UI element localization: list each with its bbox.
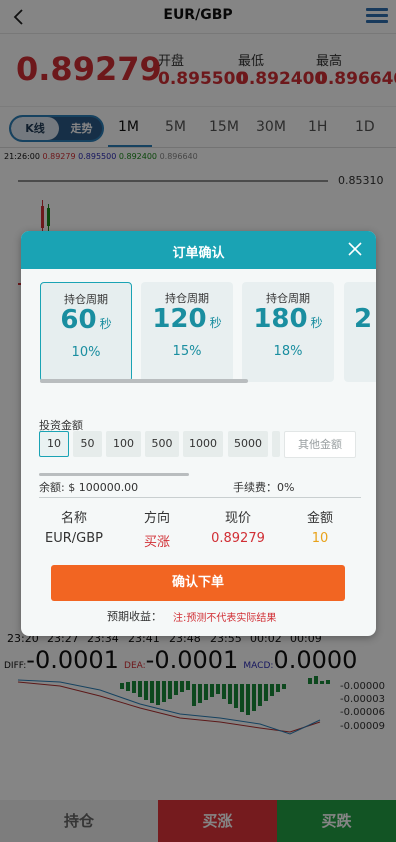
period-card-value: 60 秒 [60, 305, 112, 335]
order-confirm-dialog: 订单确认 持仓周期 60 秒 10% 持仓周期 120 秒 15% 持仓周期 180… [21, 231, 376, 636]
amount-option-5000[interactable]: 5000 [228, 431, 268, 457]
period-card-rate: 15% [172, 344, 202, 359]
period-card-rate: 18% [273, 344, 303, 359]
order-amount: 10 [311, 531, 329, 546]
amount-option-100[interactable]: 100 [106, 431, 141, 457]
period-card-rate: 10% [71, 345, 101, 360]
dialog-header: 订单确认 [21, 231, 376, 269]
divider [39, 497, 361, 498]
order-name: EUR/GBP [45, 531, 103, 546]
col-header-name: 名称 [60, 511, 87, 526]
amount-option-10[interactable]: 10 [39, 431, 69, 457]
dialog-title: 订单确认 [172, 246, 225, 261]
col-header-amount: 金额 [306, 511, 333, 526]
period-card-partial[interactable]: 2 [344, 282, 376, 382]
fee-text: 手续费：0% [233, 481, 295, 494]
period-card-180[interactable]: 持仓周期 180 秒 18% [242, 282, 334, 382]
period-card-60[interactable]: 持仓周期 60 秒 10% [40, 282, 132, 382]
period-card-value: 180 秒 [253, 304, 323, 334]
period-card-120[interactable]: 持仓周期 120 秒 15% [141, 282, 233, 382]
confirm-order-button[interactable]: 确认下单 [51, 565, 345, 601]
order-direction: 买涨 [143, 535, 170, 550]
amount-scrollbar[interactable] [39, 473, 189, 476]
balance-text: 余额: $ 100000.00 [39, 481, 139, 494]
period-card-value: 120 秒 [152, 304, 222, 334]
order-current-price: 0.89279 [211, 531, 265, 546]
col-header-price: 现价 [224, 511, 251, 526]
period-card-value: 2 [354, 304, 373, 334]
close-icon[interactable] [346, 240, 364, 258]
amount-option-1000[interactable]: 1000 [183, 431, 223, 457]
amount-option-500[interactable]: 500 [145, 431, 179, 457]
period-scrollbar[interactable] [40, 379, 248, 383]
amount-option-partial[interactable] [272, 431, 280, 457]
expected-return-note: 注:预测不代表实际结果 [173, 613, 277, 624]
other-amount-input[interactable]: 其他金额 [284, 431, 356, 458]
col-header-direction: 方向 [143, 511, 170, 526]
amount-option-50[interactable]: 50 [73, 431, 102, 457]
expected-return-label: 预期收益： [107, 610, 162, 623]
